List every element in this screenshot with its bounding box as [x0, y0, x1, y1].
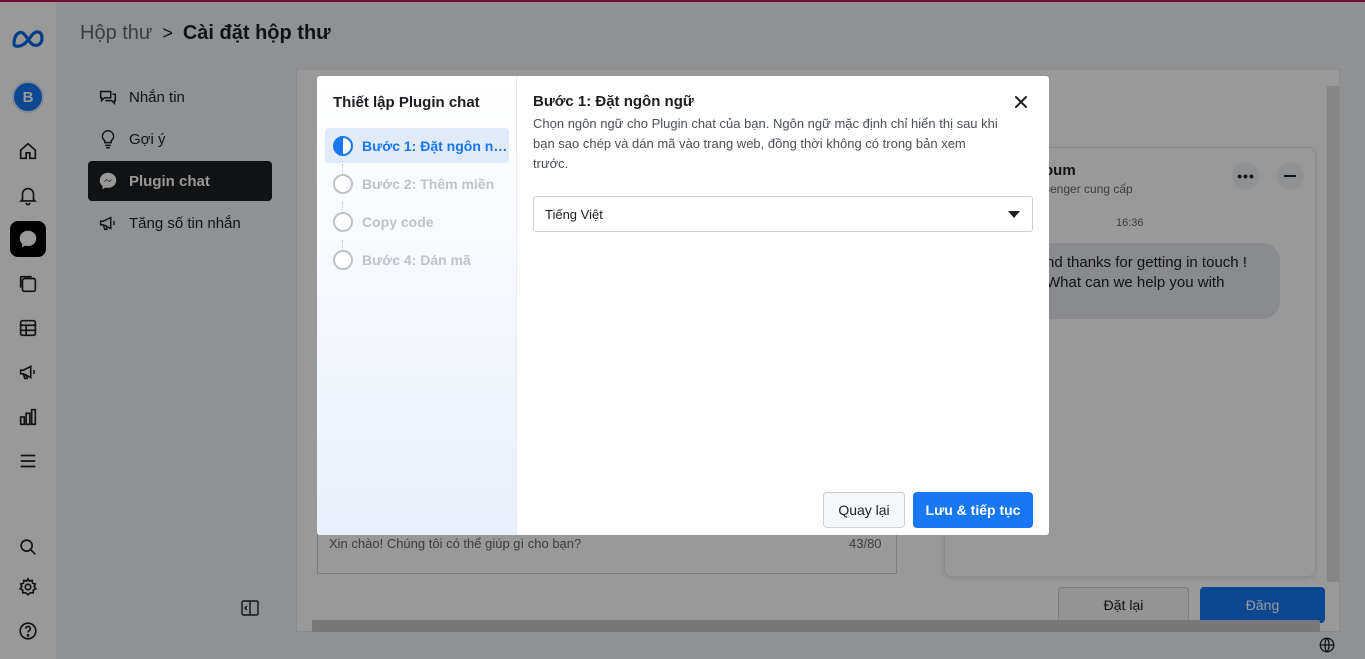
chevron-down-icon — [1008, 211, 1020, 218]
step-circle-icon — [333, 211, 353, 232]
step-label: Bước 4: Dán mã — [362, 251, 471, 268]
step-progress-icon — [333, 135, 353, 156]
language-select[interactable]: Tiếng Việt — [533, 196, 1033, 232]
save-continue-button[interactable]: Lưu & tiếp tục — [913, 492, 1033, 528]
step-label: Bước 2: Thêm miền — [362, 175, 495, 192]
chat-plugin-setup-dialog: Thiết lập Plugin chat Bước 1: Đặt ngôn n… — [317, 76, 1049, 535]
step-label: Bước 1: Đặt ngôn ngữ — [362, 137, 509, 154]
setup-steps-sidebar: Thiết lập Plugin chat Bước 1: Đặt ngôn n… — [317, 76, 517, 535]
step-set-language[interactable]: Bước 1: Đặt ngôn ngữ — [325, 128, 509, 163]
step-paste-code[interactable]: Bước 4: Dán mã — [325, 242, 509, 277]
step-label: Copy code — [362, 213, 434, 230]
step-copy-code[interactable]: Copy code — [325, 204, 509, 239]
language-selected-value: Tiếng Việt — [545, 206, 603, 222]
setup-sidebar-title: Thiết lập Plugin chat — [333, 94, 480, 111]
step-circle-icon — [333, 173, 353, 194]
step-add-domain[interactable]: Bước 2: Thêm miền — [325, 166, 509, 201]
dialog-title: Bước 1: Đặt ngôn ngữ — [533, 93, 694, 110]
step-circle-icon — [333, 249, 353, 270]
close-icon[interactable] — [1011, 92, 1031, 112]
back-button[interactable]: Quay lại — [823, 492, 905, 528]
dialog-description: Chọn ngôn ngữ cho Plugin chat của bạn. N… — [533, 116, 998, 171]
